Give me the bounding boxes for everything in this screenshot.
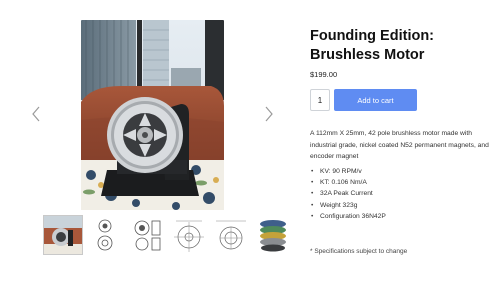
spec-item-weight: Weight 323g [310, 200, 386, 211]
main-product-image[interactable] [81, 20, 224, 210]
spec-item-kv: KV: 90 RPM/v [310, 166, 386, 177]
thumbnail-dimension-drawing-image [170, 216, 208, 254]
thumbnail-dimension-drawing-alt[interactable] [212, 216, 250, 254]
add-to-cart-button[interactable]: Add to cart [334, 89, 417, 111]
thumbnail-photo[interactable] [43, 215, 83, 255]
spec-item-kt: KT: 0.106 Nm/A [310, 177, 386, 188]
spec-list: KV: 90 RPM/v KT: 0.106 Nm/A 32A Peak Cur… [310, 166, 386, 222]
spec-item-configuration: Configuration 36N42P [310, 211, 386, 222]
quantity-input[interactable] [310, 89, 330, 111]
product-gallery [0, 0, 300, 284]
chevron-left-icon [32, 106, 40, 122]
thumbnail-exploded-render-image [254, 216, 292, 254]
spec-item-peak-current: 32A Peak Current [310, 188, 386, 199]
previous-image-button[interactable] [29, 105, 43, 123]
thumbnail-front-drawing-image [86, 216, 124, 254]
thumbnail-strip [43, 215, 292, 255]
thumbnail-dimension-drawing-alt-image [212, 216, 250, 254]
thumbnail-dimension-drawing[interactable] [170, 216, 208, 254]
product-price: $199.00 [310, 70, 338, 79]
chevron-right-icon [265, 106, 273, 122]
thumbnail-exploded-render[interactable] [254, 216, 292, 254]
product-title: Founding Edition: Brushless Motor [310, 28, 435, 63]
thumbnail-photo-image [44, 216, 82, 254]
motor-photo [81, 20, 224, 210]
thumbnail-side-drawing[interactable] [128, 216, 166, 254]
product-description: A 112mm X 25mm, 42 pole brushless motor … [310, 130, 489, 160]
next-image-button[interactable] [262, 105, 276, 123]
thumbnail-front-drawing[interactable] [86, 216, 124, 254]
thumbnail-side-drawing-image [128, 216, 166, 254]
specs-footnote: * Specifications subject to change [310, 248, 408, 255]
